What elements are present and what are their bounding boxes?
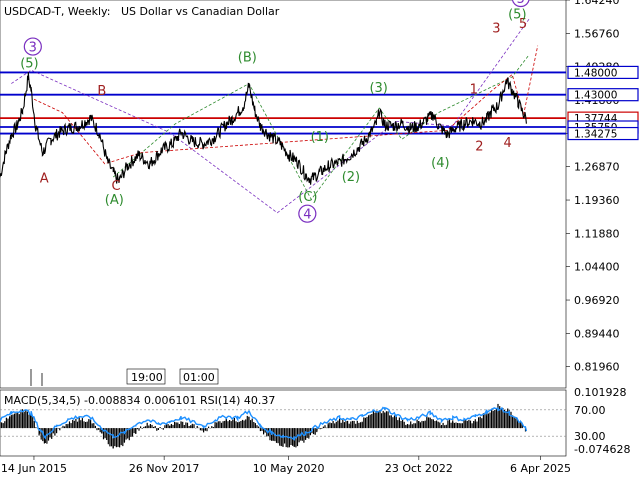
x-tick-label: 6 Apr 2025: [510, 462, 571, 475]
chart-header-description: US Dollar vs Canadian Dollar: [121, 5, 280, 18]
indicator-tick-label: 0.101928: [574, 386, 627, 399]
y-tick-label: 1.19360: [574, 194, 620, 207]
level-price-label: 1.48000: [574, 67, 617, 79]
x-tick-label: 10 May 2020: [253, 462, 325, 475]
time-axis: 14 Jun 2015 26 Nov 2017 10 May 2020 23 Oct …: [1, 456, 571, 475]
y-tick-label: 0.81960: [574, 361, 620, 374]
wave-label: (C): [298, 190, 317, 205]
wave-label: 3: [492, 21, 500, 36]
y-tick-label: 1.64240: [574, 0, 620, 7]
wave-label: (A): [105, 193, 124, 208]
indicator-tick-label: 70.00: [574, 404, 606, 417]
chart-header-symbol: USDCAD-T, Weekly:: [4, 5, 110, 18]
wave-label: 5: [517, 0, 525, 7]
wave-label: C: [111, 179, 120, 194]
y-tick-label: 1.04400: [574, 261, 620, 274]
x-tick-label: 26 Nov 2017: [129, 462, 199, 475]
price-axis-ticks: 1.642401.567601.492801.418001.343201.268…: [566, 0, 620, 374]
y-tick-label: 0.89440: [574, 327, 620, 340]
wave-label: (3): [369, 81, 387, 96]
wave-label: (4): [431, 156, 449, 171]
wave-label: B: [97, 84, 106, 99]
y-tick-label: 1.11880: [574, 227, 620, 240]
time-box-1-label: 19:00: [131, 371, 163, 384]
time-box-2-label: 01:00: [183, 371, 215, 384]
wave-label: 4: [303, 208, 311, 223]
indicator-tick-label: 30.00: [574, 430, 606, 443]
wave-label: (B): [238, 50, 257, 65]
wave-label: A: [40, 171, 49, 186]
wave-label: (5): [20, 57, 38, 72]
y-tick-label: 0.96920: [574, 294, 620, 307]
x-tick-label: 14 Jun 2015: [1, 462, 67, 475]
level-price-label: 1.34275: [574, 129, 617, 141]
wave-label: (1): [311, 130, 329, 145]
main-plot-area: [0, 0, 567, 389]
wave-label: 4: [504, 136, 512, 151]
wave-label: (5): [508, 7, 526, 22]
wave-label: 1: [470, 82, 478, 97]
y-tick-label: 1.56760: [574, 27, 620, 40]
indicator-tick-label: -0.074628: [574, 443, 630, 456]
level-price-label: 1.43000: [574, 90, 617, 102]
indicator-axis: 0.101928 70.00 30.00-0.074628: [574, 386, 630, 456]
wave-label: 2: [475, 139, 483, 154]
x-tick-label: 23 Oct 2022: [385, 462, 453, 475]
wave-label: 3: [29, 41, 37, 56]
indicator-label: MACD(5,34,5) -0.008834 0.006101 RSI(14) …: [4, 394, 275, 407]
wave-label: (2): [342, 170, 360, 185]
y-tick-label: 1.26870: [574, 161, 620, 174]
price-chart: USDCAD-T, Weekly: US Dollar vs Canadian …: [0, 0, 639, 475]
